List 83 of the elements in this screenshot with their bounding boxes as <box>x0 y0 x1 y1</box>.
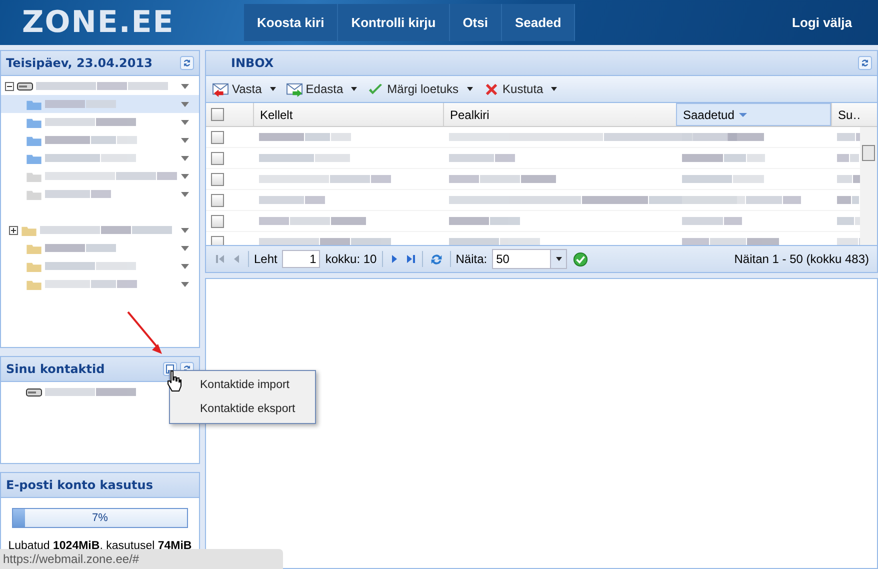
checkbox[interactable] <box>210 236 224 245</box>
dropdown-arrow-icon[interactable] <box>181 192 189 196</box>
blurred-text <box>259 196 325 204</box>
toolbar-button[interactable]: Vasta <box>210 82 278 96</box>
blurred-text <box>837 175 861 183</box>
caret-icon[interactable] <box>551 87 558 91</box>
dropdown-arrow-icon[interactable] <box>181 282 189 286</box>
folder-icon <box>26 260 42 272</box>
dropdown-arrow-icon[interactable] <box>181 174 189 178</box>
folder-icon <box>26 278 42 290</box>
blurred-text <box>837 196 861 204</box>
checkbox[interactable] <box>210 108 224 121</box>
blurred-text <box>45 190 111 198</box>
caret-icon[interactable] <box>466 87 473 91</box>
blurred-text <box>449 154 515 162</box>
panel-title: INBOX <box>231 56 274 70</box>
nav-tab[interactable]: Otsi <box>450 4 502 41</box>
blurred-text <box>837 154 859 162</box>
show-label: Näita: <box>456 252 488 266</box>
reply-mail-icon <box>212 82 229 96</box>
refresh-icon[interactable] <box>180 56 194 70</box>
column-header[interactable]: Su… <box>831 103 861 126</box>
collapse-icon[interactable] <box>5 82 14 90</box>
panel-title: Sinu kontaktid <box>6 362 105 376</box>
nav-tab[interactable]: Seaded <box>502 4 576 41</box>
checkbox[interactable] <box>210 194 224 206</box>
blurred-text <box>682 217 742 225</box>
blurred-text <box>449 217 520 225</box>
panel-title: Teisipäev, 23.04.2013 <box>6 56 152 70</box>
blurred-text <box>45 244 116 252</box>
logout-link[interactable]: Logi välja <box>786 14 858 31</box>
checkmark-icon <box>367 82 384 96</box>
caret-icon[interactable] <box>270 87 276 91</box>
checkbox[interactable] <box>210 152 224 164</box>
folder-icon <box>26 242 42 254</box>
folder-icon <box>21 224 37 236</box>
folder-icon <box>26 188 42 200</box>
menu-item[interactable]: Kontaktide eksport <box>170 397 315 421</box>
folder-icon <box>26 98 42 110</box>
drive-icon <box>17 80 33 92</box>
page-total: kokku: 10 <box>325 252 377 266</box>
checkbox[interactable] <box>210 214 224 228</box>
blurred-text <box>837 217 861 225</box>
expand-icon[interactable] <box>9 226 18 234</box>
dropdown-arrow-icon[interactable] <box>181 138 189 142</box>
refresh-icon[interactable] <box>858 56 872 70</box>
dropdown-arrow-icon[interactable] <box>181 156 189 160</box>
status-bar: https://webmail.zone.ee/# <box>0 549 283 569</box>
dropdown-arrow-icon[interactable] <box>181 264 189 268</box>
caret-icon[interactable] <box>351 87 358 91</box>
dropdown-arrow-icon[interactable] <box>181 228 189 232</box>
page-size-select[interactable]: 50 <box>492 249 568 269</box>
folder-icon <box>26 134 42 146</box>
progress-label: 7% <box>92 512 108 524</box>
last-page-icon[interactable] <box>404 253 417 265</box>
nav-tab[interactable]: Kontrolli kirju <box>338 4 450 41</box>
page-label: Leht <box>254 252 278 266</box>
nav-tab[interactable]: Koosta kiri <box>244 4 338 41</box>
checkbox[interactable] <box>210 172 224 186</box>
logo: ZONE.EE <box>22 5 176 40</box>
forward-mail-icon <box>286 82 303 96</box>
panel-title: E-posti konto kasutus <box>6 478 153 492</box>
toolbar-button[interactable]: Edasta <box>284 82 360 96</box>
toolbar-button[interactable]: Kustuta <box>480 82 560 96</box>
column-header[interactable]: Saadetud <box>676 103 831 126</box>
column-header[interactable]: Kellelt <box>253 103 443 126</box>
confirm-icon[interactable] <box>572 252 590 266</box>
checkbox[interactable] <box>210 130 224 144</box>
scrollbar[interactable] <box>860 127 877 245</box>
hand-cursor-icon <box>166 370 182 392</box>
dropdown-arrow-icon[interactable] <box>181 120 189 124</box>
drive-icon <box>26 386 42 398</box>
folder-icon <box>26 116 42 128</box>
dropdown-arrow-icon[interactable] <box>181 246 189 250</box>
page-input[interactable]: 1 <box>282 250 320 268</box>
folder-icon <box>26 152 42 164</box>
dropdown-arrow-icon[interactable] <box>181 102 189 106</box>
pager-summary: Näitan 1 - 50 (kokku 483) <box>734 252 869 266</box>
dropdown-arrow-icon[interactable] <box>181 84 189 88</box>
toolbar-button[interactable]: Märgi loetuks <box>365 82 475 96</box>
blurred-text <box>45 100 116 108</box>
sort-arrow-icon <box>739 112 748 116</box>
folder-icon <box>26 170 42 182</box>
